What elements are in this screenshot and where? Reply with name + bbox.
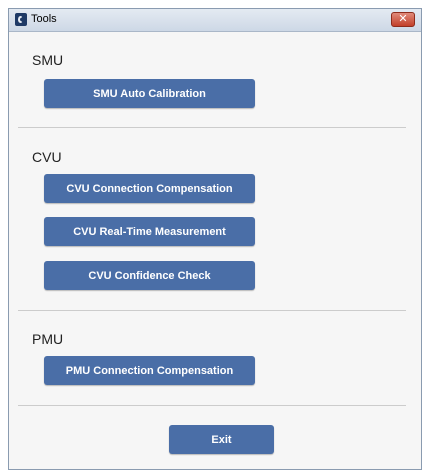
title-bar: Tools ✕ bbox=[9, 9, 421, 32]
app-logo-icon bbox=[15, 13, 27, 26]
exit-button[interactable]: Exit bbox=[169, 425, 274, 454]
cvu-section-label: CVU bbox=[32, 149, 62, 165]
section-divider bbox=[18, 405, 406, 406]
smu-section-label: SMU bbox=[32, 52, 64, 68]
pmu-section-label: PMU bbox=[32, 331, 64, 347]
section-divider bbox=[18, 310, 406, 311]
cvu-confidence-check-button[interactable]: CVU Confidence Check bbox=[44, 261, 255, 290]
cvu-real-time-measurement-button[interactable]: CVU Real-Time Measurement bbox=[44, 217, 255, 246]
close-icon: ✕ bbox=[398, 13, 408, 25]
close-button[interactable]: ✕ bbox=[391, 12, 415, 27]
window-title: Tools bbox=[31, 13, 57, 25]
pmu-connection-compensation-button[interactable]: PMU Connection Compensation bbox=[44, 356, 255, 385]
section-divider bbox=[18, 127, 406, 128]
smu-auto-calibration-button[interactable]: SMU Auto Calibration bbox=[44, 79, 255, 108]
cvu-connection-compensation-button[interactable]: CVU Connection Compensation bbox=[44, 174, 255, 203]
